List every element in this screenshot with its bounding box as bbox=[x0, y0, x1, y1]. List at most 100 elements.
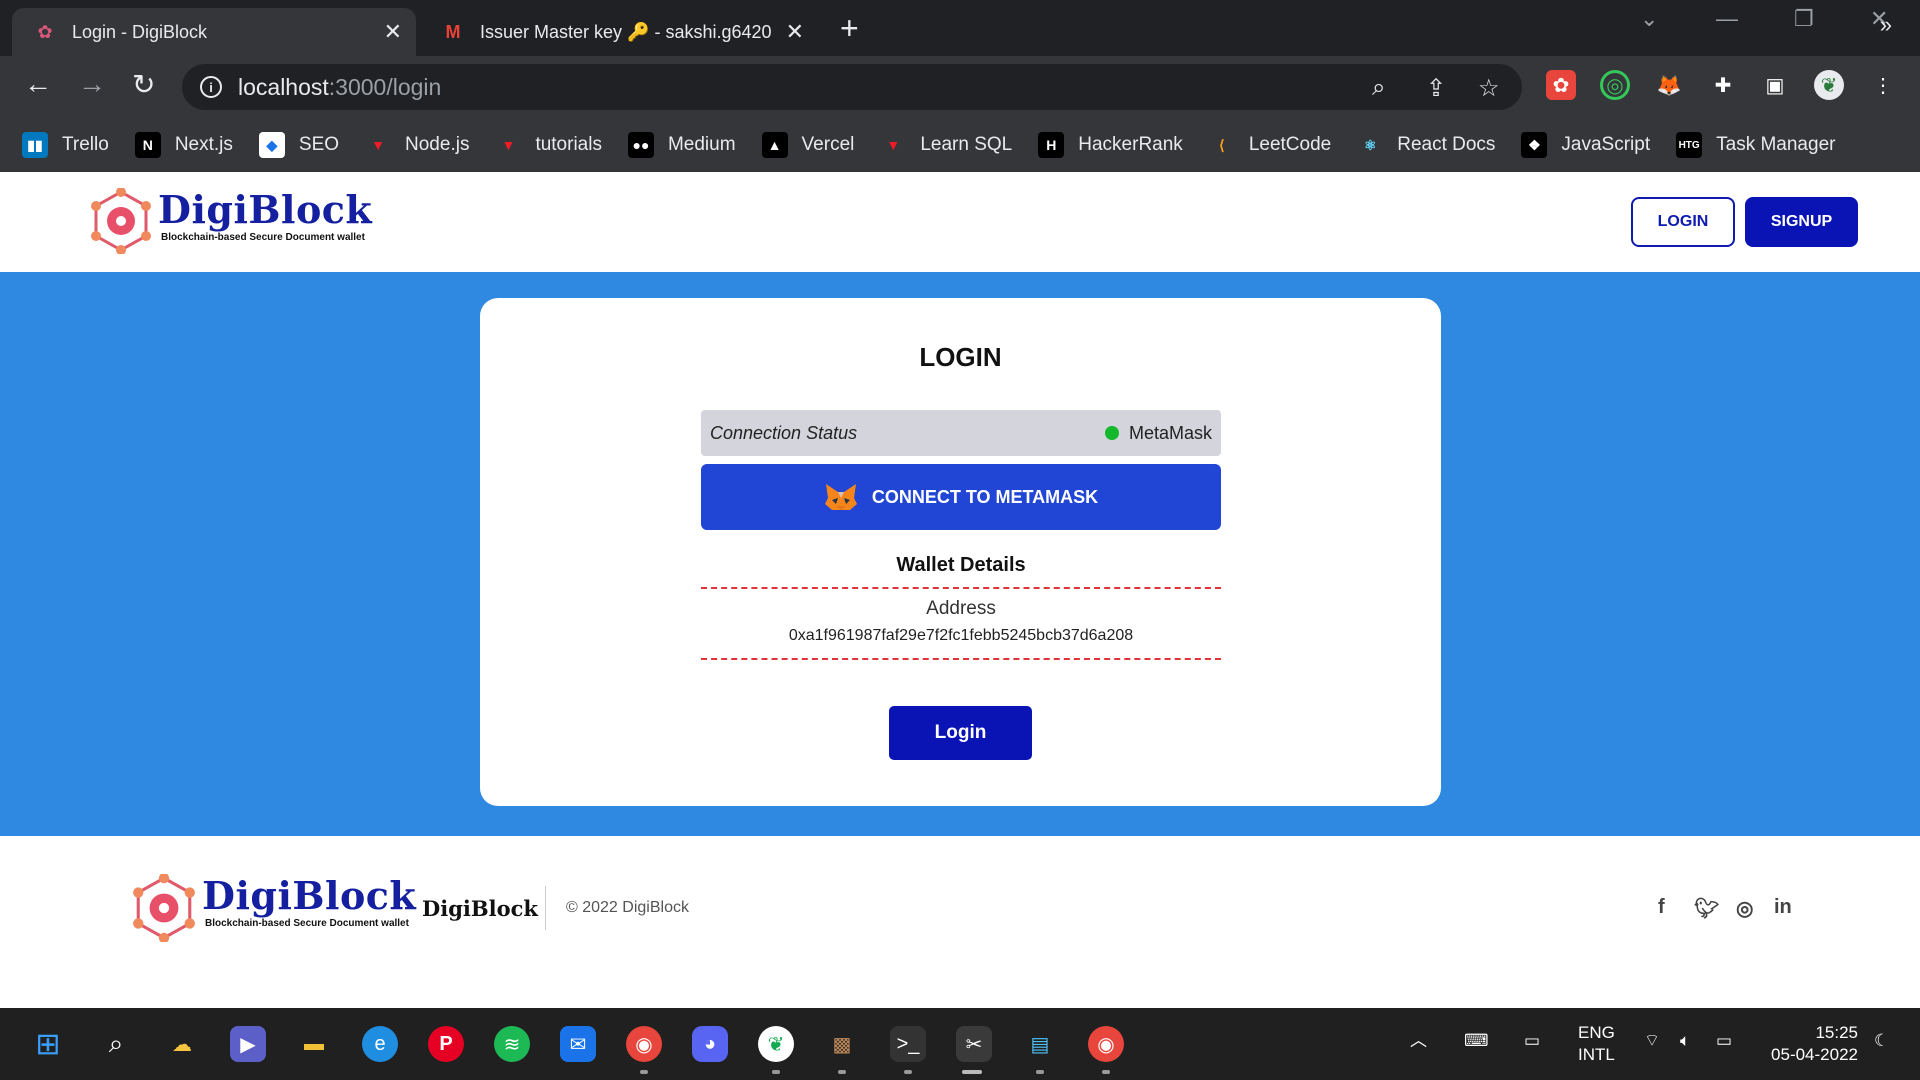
keyboard-icon[interactable]: ⌨ bbox=[1464, 1030, 1489, 1052]
bookmark-medium[interactable]: ●● Medium bbox=[627, 132, 736, 158]
tab-search-icon[interactable]: ⌄ bbox=[1640, 6, 1658, 32]
bookmark-next-js[interactable]: N Next.js bbox=[134, 132, 233, 158]
bookmark-learn-sql[interactable]: ▼ Learn SQL bbox=[880, 132, 1012, 158]
nodejs-icon: ▼ bbox=[371, 137, 385, 153]
file-explorer-icon[interactable]: ▬ bbox=[296, 1026, 332, 1062]
mail-icon[interactable]: ✉ bbox=[560, 1026, 596, 1062]
twitter-icon[interactable]: 🐦︎ bbox=[1694, 896, 1719, 921]
back-icon[interactable]: ← bbox=[24, 68, 52, 100]
start-icon[interactable]: ⊞ bbox=[30, 1026, 66, 1062]
status-dot-icon bbox=[1104, 426, 1119, 440]
bookmark-vercel[interactable]: ▲ Vercel bbox=[761, 132, 854, 158]
logo-subtitle: Blockchain-based Secure Document wallet bbox=[161, 232, 365, 243]
facebook-icon[interactable]: f bbox=[1658, 896, 1665, 919]
tutorials-icon: ▼ bbox=[501, 137, 516, 153]
search-icon[interactable]: ⌕ bbox=[98, 1026, 134, 1062]
site-info-icon[interactable]: i bbox=[200, 76, 222, 98]
minimize-icon[interactable]: — bbox=[1716, 6, 1738, 32]
edge-icon[interactable]: e bbox=[362, 1026, 398, 1062]
bookmark-label: JavaScript bbox=[1561, 134, 1651, 155]
wallet-details-title: Wallet Details bbox=[896, 554, 1026, 576]
pinterest-icon[interactable]: P bbox=[428, 1026, 464, 1062]
bookmark-leetcode[interactable]: ⟨ LeetCode bbox=[1208, 132, 1331, 158]
leetcode-icon: ⟨ bbox=[1208, 132, 1235, 158]
footer-logo[interactable]: DigiBlock Blockchain-based Secure Docume… bbox=[130, 874, 416, 942]
touchpad-icon[interactable]: ▭ bbox=[1524, 1030, 1540, 1052]
connect-metamask-label: CONNECT TO METAMASK bbox=[871, 486, 1099, 507]
zoom-icon[interactable]: ⌕ bbox=[1372, 74, 1385, 102]
close-tab-icon[interactable]: ✕ bbox=[384, 19, 402, 45]
digiblock-logo-icon bbox=[91, 188, 151, 254]
tab-title: Issuer Master key 🔑 - sakshi.g6420 bbox=[480, 21, 772, 42]
tab-gmail[interactable]: M Issuer Master key 🔑 - sakshi.g6420 ✕ bbox=[420, 8, 818, 56]
running-indicator bbox=[772, 1070, 780, 1074]
side-panel-icon[interactable]: ▣ bbox=[1760, 70, 1790, 100]
bookmark-star-icon[interactable]: ☆ bbox=[1478, 74, 1500, 103]
profile-avatar-icon[interactable]: ❦ bbox=[1814, 70, 1844, 100]
connect-metamask-button[interactable]: CONNECT TO METAMASK bbox=[701, 464, 1221, 530]
mongodb-compass-icon[interactable]: ❦ bbox=[758, 1026, 794, 1062]
running-indicator bbox=[904, 1070, 912, 1074]
bookmark-label: React Docs bbox=[1397, 134, 1496, 155]
forward-icon[interactable]: → bbox=[78, 68, 106, 100]
close-tab-icon[interactable]: ✕ bbox=[786, 19, 804, 45]
login-submit-button[interactable]: Login bbox=[889, 706, 1032, 760]
language-indicator[interactable]: ENG INTL bbox=[1578, 1022, 1615, 1066]
new-tab-icon[interactable]: + bbox=[840, 10, 859, 47]
share-icon[interactable]: ⇪ bbox=[1426, 74, 1446, 103]
bookmark-trello[interactable]: ▮▮ Trello bbox=[22, 132, 109, 158]
teams-chat-icon[interactable]: ▶ bbox=[230, 1026, 266, 1062]
connection-status-label: Connection Status bbox=[710, 422, 858, 443]
url-text: localhost:3000/login bbox=[238, 73, 442, 100]
spotify-icon[interactable]: ≋ bbox=[494, 1026, 530, 1062]
notifications-icon[interactable]: ☾ bbox=[1874, 1030, 1889, 1052]
chrome-icon[interactable]: ◉ bbox=[1088, 1026, 1124, 1062]
hackerrank-icon: H bbox=[1038, 132, 1065, 158]
show-hidden-icons-icon[interactable]: ︿ bbox=[1410, 1030, 1427, 1052]
tab-login-digiblock[interactable]: ✿ Login - DigiBlock ✕ bbox=[12, 8, 416, 56]
header-login-button[interactable]: LOGIN bbox=[1631, 197, 1735, 247]
snipping-tool-icon[interactable]: ✂ bbox=[956, 1026, 992, 1062]
package-icon[interactable]: ▩ bbox=[824, 1026, 860, 1062]
tab-strip: ✿ Login - DigiBlock ✕ M Issuer Master ke… bbox=[0, 0, 1920, 56]
tab-title: Login - DigiBlock bbox=[72, 21, 208, 42]
footer-logo-subtitle: Blockchain-based Secure Document wallet bbox=[205, 918, 409, 929]
notepad-icon[interactable]: ▤ bbox=[1022, 1026, 1058, 1062]
bookmark-seo[interactable]: ◆ SEO bbox=[258, 132, 339, 158]
metamask-extension-icon[interactable]: 🦊 bbox=[1654, 70, 1684, 100]
bookmark-task-manager[interactable]: HTG Task Manager bbox=[1676, 132, 1835, 158]
reload-icon[interactable]: ↻ bbox=[132, 68, 155, 101]
terminal-icon[interactable]: >_ bbox=[890, 1026, 926, 1062]
header-logo[interactable]: DigiBlock Blockchain-based Secure Docume… bbox=[88, 188, 372, 254]
chrome-profile-icon[interactable]: ◉ bbox=[626, 1026, 662, 1062]
battery-icon[interactable]: ▭ bbox=[1716, 1030, 1732, 1052]
instagram-icon[interactable]: ◎ bbox=[1736, 896, 1753, 921]
main-section: LOGIN Connection Status MetaMask CONNECT… bbox=[0, 272, 1920, 836]
extensions-puzzle-icon[interactable]: ✚ bbox=[1708, 70, 1738, 100]
login-card: LOGIN Connection Status MetaMask CONNECT… bbox=[480, 298, 1441, 806]
bookmark-react-docs[interactable]: ⚛ React Docs bbox=[1357, 132, 1495, 158]
menu-kebab-icon[interactable]: ⋮ bbox=[1868, 70, 1898, 100]
linkedin-icon[interactable]: in bbox=[1774, 896, 1792, 919]
wifi-icon[interactable]: ⌔ bbox=[1644, 1030, 1660, 1052]
wallet-divider-top bbox=[701, 587, 1221, 589]
bookmark-node-js[interactable]: ▼ Node.js bbox=[365, 132, 469, 158]
discord-icon[interactable]: ◕ bbox=[692, 1026, 728, 1062]
bookmark-label: Trello bbox=[62, 134, 109, 155]
address-bar[interactable]: i localhost:3000/login ⌕ ⇪ ☆ bbox=[182, 64, 1522, 110]
bookmark-javascript[interactable]: ❖ JavaScript bbox=[1521, 132, 1650, 158]
extension-2-icon[interactable]: ◎ bbox=[1600, 70, 1630, 100]
volume-icon[interactable]: 🔈︎ bbox=[1680, 1030, 1690, 1052]
bookmark-hackerrank[interactable]: H HackerRank bbox=[1038, 132, 1183, 158]
running-indicator bbox=[838, 1070, 846, 1074]
bookmark-label: Next.js bbox=[174, 134, 233, 155]
header-signup-button[interactable]: SIGNUP bbox=[1745, 197, 1858, 247]
restore-icon[interactable]: ❐ bbox=[1794, 6, 1814, 32]
bookmark-tutorials[interactable]: ▼ tutorials bbox=[495, 132, 602, 158]
metamask-fox-icon bbox=[824, 484, 857, 510]
more-bookmarks-icon[interactable]: » bbox=[1880, 12, 1892, 38]
extension-1-icon[interactable]: ✿ bbox=[1546, 70, 1576, 100]
react-icon: ⚛ bbox=[1357, 132, 1384, 158]
clock[interactable]: 15:25 05-04-2022 bbox=[1758, 1022, 1858, 1066]
weather-icon[interactable]: ☁ bbox=[164, 1026, 200, 1062]
